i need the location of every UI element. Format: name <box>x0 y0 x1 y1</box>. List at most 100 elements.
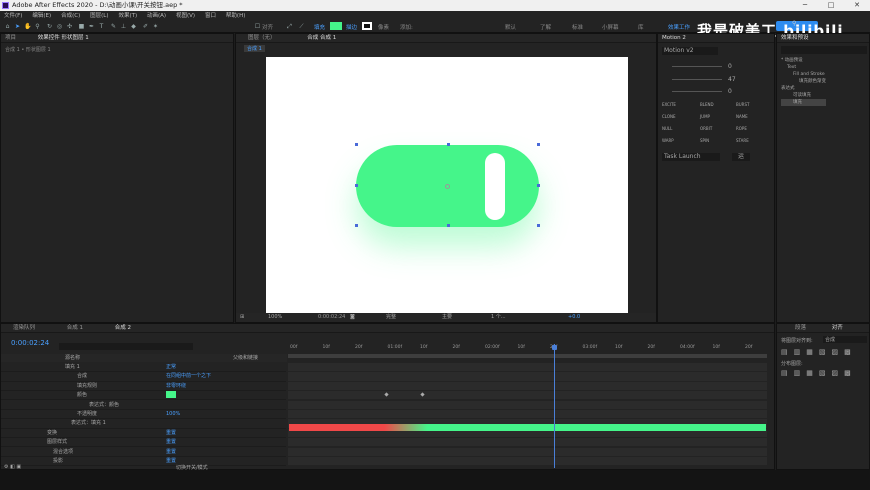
layer-property-row[interactable]: 表达式：填充 1 <box>1 419 286 429</box>
add-label[interactable]: 添加: <box>400 23 413 31</box>
snap-options-icon[interactable]: ⟋ <box>298 23 305 30</box>
keyframe-track[interactable] <box>288 410 767 420</box>
motion-btn[interactable]: EXCITE <box>662 102 676 107</box>
layer-property-row[interactable]: 投影 重置 <box>1 457 286 467</box>
tab-render-queue[interactable]: 渲染队列 <box>13 325 35 331</box>
slider-1-value[interactable]: 0 <box>728 63 732 70</box>
zoom-select[interactable]: 100% <box>268 313 282 322</box>
brush-tool-icon[interactable]: ✎ <box>110 23 117 30</box>
playhead-handle[interactable] <box>552 345 557 350</box>
property-value[interactable]: 在同组中前一个之下 <box>166 372 211 381</box>
home-icon[interactable]: ⌂ <box>4 23 11 30</box>
bbox-handle[interactable] <box>355 224 358 227</box>
menu-view[interactable]: 视图(V) <box>176 13 195 19</box>
toggle-switch-shape[interactable] <box>356 145 539 227</box>
slider-3[interactable] <box>672 91 722 92</box>
selection-tool-icon[interactable]: ➤ <box>14 23 21 30</box>
keyframe-track[interactable] <box>288 438 767 448</box>
preview-icon[interactable]: ⊞ <box>240 313 244 322</box>
work-area-bar[interactable] <box>288 354 767 358</box>
property-value[interactable]: 非零环绕 <box>166 382 186 391</box>
layer-property-row[interactable]: 不透明度 100% <box>1 410 286 420</box>
roto-tool-icon[interactable]: ✐ <box>142 23 149 30</box>
tab-effects-presets[interactable]: 效果和预设 <box>781 35 809 41</box>
menu-window[interactable]: 窗口 <box>205 13 216 19</box>
snapshot-icon[interactable]: ◙ <box>350 313 355 322</box>
motion-btn[interactable]: CLONE <box>662 114 676 119</box>
tree-item[interactable]: 填充颜色渐变 <box>781 78 826 85</box>
tab-project[interactable]: 项目 <box>5 35 16 41</box>
zoom-tool-icon[interactable]: ⚲ <box>34 23 41 30</box>
type-tool-icon[interactable]: T <box>98 23 105 30</box>
slider-2[interactable] <box>672 79 722 80</box>
tab-comp[interactable]: 合成 合成 1 <box>307 35 336 41</box>
workspace-learn[interactable]: 了解 <box>540 23 551 31</box>
property-value[interactable]: 重置 <box>166 438 176 447</box>
layer-property-row[interactable]: 变换 重置 <box>1 429 286 438</box>
fill-color-swatch[interactable] <box>330 22 342 30</box>
comp-chip[interactable]: 合成 1 <box>244 45 265 52</box>
toggle-knob-shape[interactable] <box>485 153 505 220</box>
keyframe-track[interactable] <box>288 447 767 457</box>
tab-comp-2[interactable]: 合成 2 <box>115 325 131 331</box>
close-button[interactable]: ✕ <box>844 0 870 11</box>
slider-3-value[interactable]: 0 <box>728 88 732 95</box>
tree-item[interactable]: 表达式 <box>781 85 826 92</box>
tab-motion[interactable]: Motion 2 <box>662 35 686 41</box>
rectangle-tool-icon[interactable]: ■ <box>78 23 85 30</box>
layer-property-row[interactable]: 填充 1 正常 <box>1 363 286 373</box>
property-value[interactable]: 正常 <box>166 363 176 372</box>
tab-layer-none[interactable]: 图层（无） <box>248 35 276 41</box>
align-to-select[interactable]: 合成 <box>823 336 867 343</box>
motion-btn[interactable]: BLEND <box>700 102 714 107</box>
layer-property-row[interactable]: 填充规则 非零环绕 <box>1 382 286 391</box>
tree-item[interactable]: 可读填充 <box>781 92 826 99</box>
current-time[interactable]: 0:00:02:24 <box>318 313 345 322</box>
property-value[interactable]: 重置 <box>166 457 176 466</box>
minimize-button[interactable]: ─ <box>792 0 818 11</box>
layer-property-row[interactable]: 颜色 <box>1 391 286 401</box>
bbox-handle[interactable] <box>355 184 358 187</box>
motion-btn[interactable]: BURST <box>736 102 749 107</box>
tree-item-selected[interactable]: 填充 <box>781 99 826 106</box>
timeline-search-input[interactable] <box>59 343 193 350</box>
exposure-value[interactable]: +0.0 <box>568 313 580 322</box>
stroke-color-swatch[interactable] <box>362 22 372 30</box>
motion-btn[interactable]: WARP <box>662 138 674 143</box>
motion-btn[interactable]: JUMP <box>700 114 710 119</box>
property-value[interactable]: 重置 <box>166 429 176 438</box>
bbox-handle[interactable] <box>537 184 540 187</box>
layer-property-row[interactable]: 混合选项 重置 <box>1 448 286 457</box>
workspace-small-screen[interactable]: 小屏幕 <box>602 23 619 31</box>
camera-select[interactable]: 主要 <box>442 313 452 322</box>
pan-tool-icon[interactable]: ✣ <box>66 23 73 30</box>
maximize-button[interactable]: □ <box>818 0 844 11</box>
hand-tool-icon[interactable]: ✋ <box>24 23 31 30</box>
bbox-handle[interactable] <box>537 224 540 227</box>
menu-edit[interactable]: 编辑(E) <box>32 13 51 19</box>
tab-effect-controls[interactable]: 效果控件 形状图层 1 <box>38 35 89 41</box>
keyframe-track[interactable] <box>288 457 767 467</box>
align-checkbox[interactable]: ☐ <box>254 23 261 30</box>
motion-btn[interactable]: ORBIT <box>700 126 712 131</box>
run-button[interactable]: 运 <box>732 153 750 161</box>
bbox-handle[interactable] <box>447 224 450 227</box>
anchor-point-icon[interactable] <box>445 184 450 189</box>
task-select[interactable]: Task Launch <box>662 153 720 161</box>
layer-property-row[interactable]: 表达式：颜色 <box>1 401 286 410</box>
tab-paragraph[interactable]: 段落 <box>795 325 806 331</box>
layer-property-row[interactable]: 图层样式 重置 <box>1 438 286 448</box>
time-ruler[interactable]: 00f 10f 20f 01:00f 10f 20f 02:00f 10f 20f 03:00f 1… <box>288 344 767 354</box>
clone-tool-icon[interactable]: ⊥ <box>120 23 127 30</box>
menu-file[interactable]: 文件(F) <box>4 13 22 19</box>
tree-item[interactable]: Fill and Stroke <box>781 71 826 78</box>
snap-icon[interactable]: ⤢ <box>286 23 293 30</box>
motion-btn[interactable]: SPIN <box>700 138 709 143</box>
keyframe-track[interactable] <box>288 372 767 382</box>
puppet-tool-icon[interactable]: ✶ <box>152 23 159 30</box>
distribute-buttons[interactable]: ▤▥▦▧▨▩ <box>781 369 857 377</box>
views-select[interactable]: 1 个... <box>491 313 506 322</box>
slider-2-value[interactable]: 47 <box>728 76 736 83</box>
menu-composition[interactable]: 合成(C) <box>61 13 80 19</box>
eraser-tool-icon[interactable]: ◆ <box>130 23 137 30</box>
